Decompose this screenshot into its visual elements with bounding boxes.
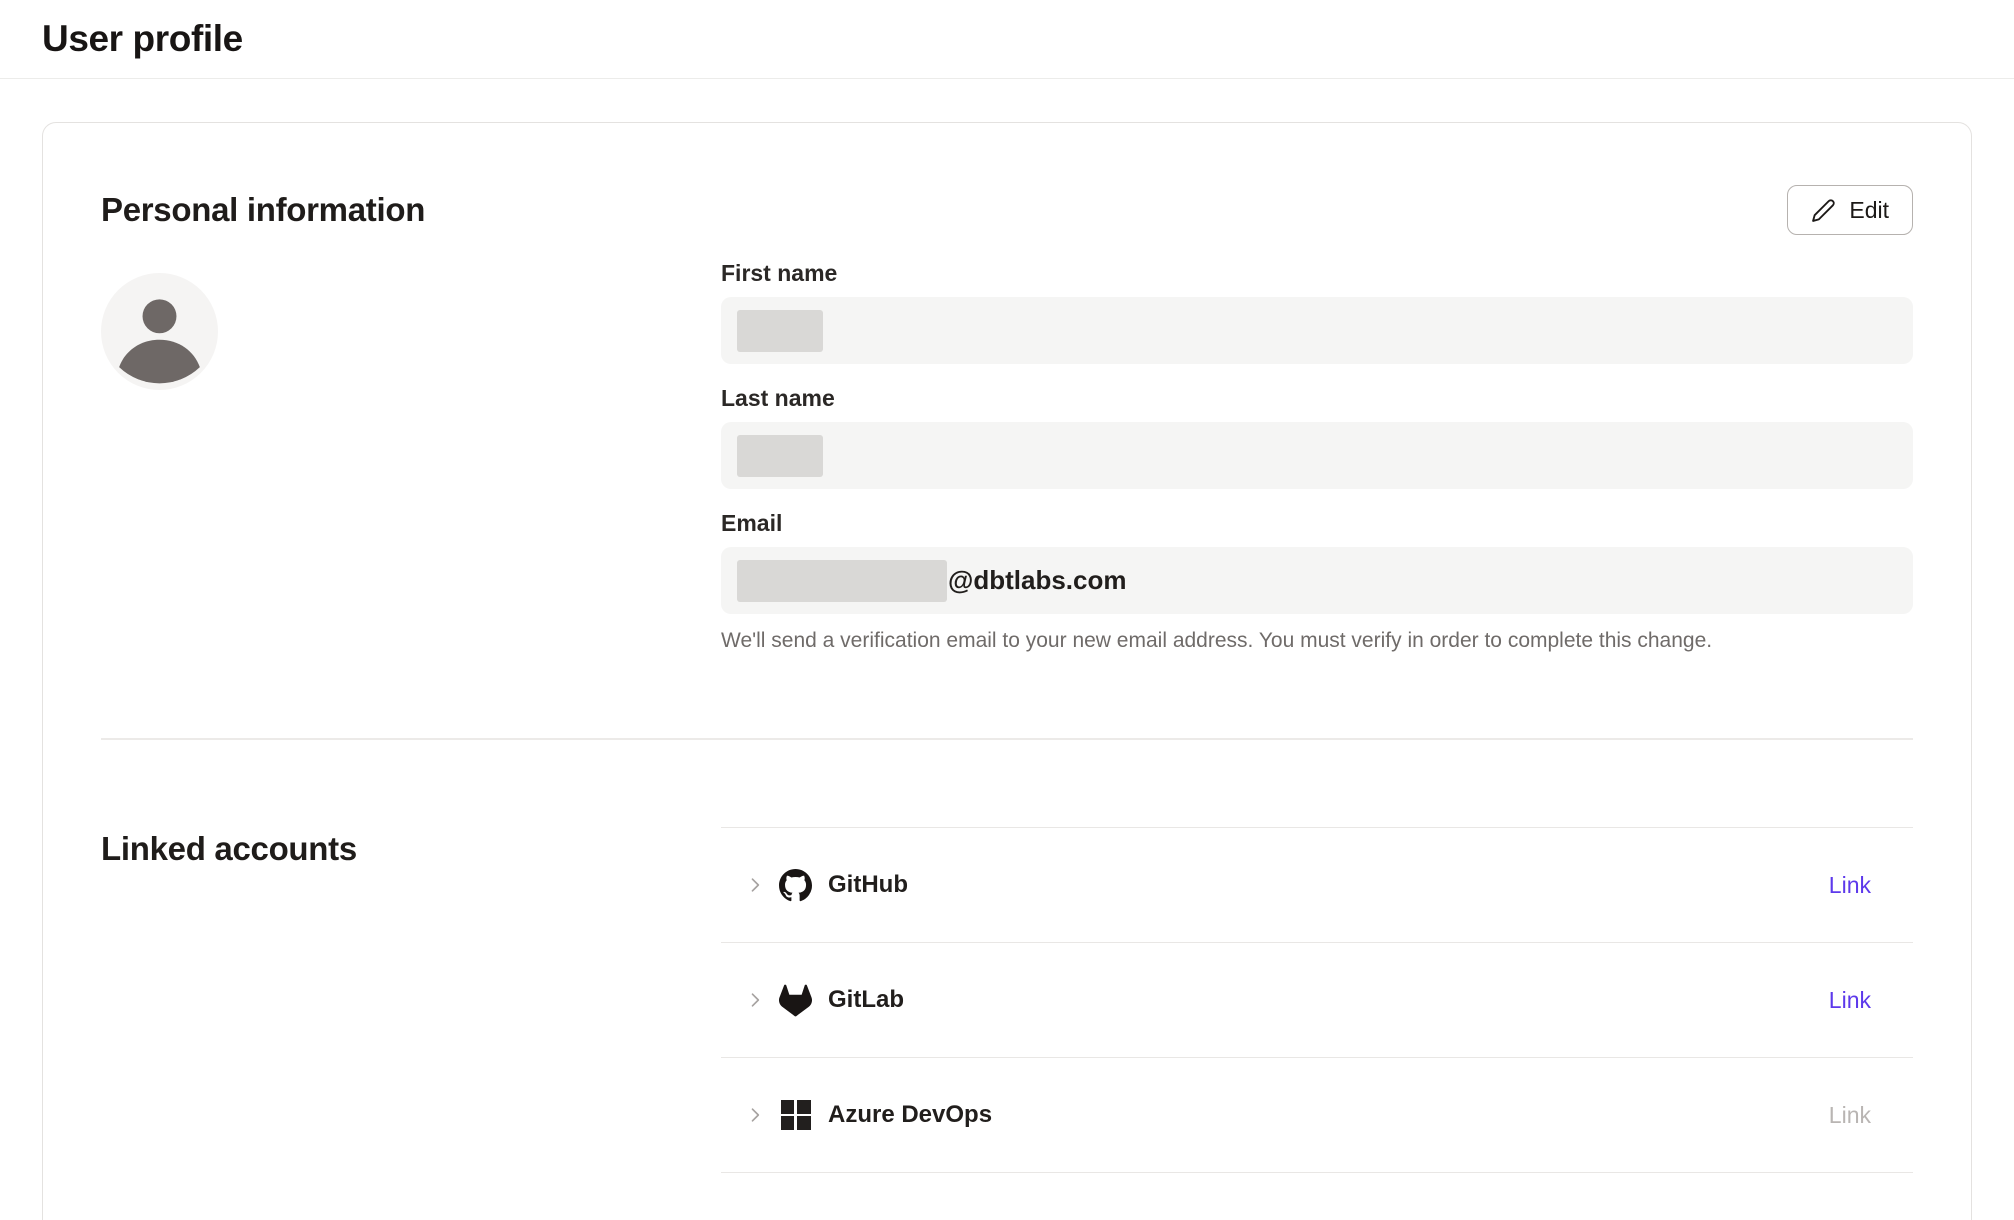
linked-account-name: Azure DevOps xyxy=(828,1101,992,1129)
personal-info-body: First name Last name Email @dbtlabs. xyxy=(101,259,1913,654)
linked-accounts-section: Linked accounts GitHub Link GitLab xyxy=(101,827,1913,1173)
last-name-label: Last name xyxy=(721,384,1913,412)
linked-account-name: GitLab xyxy=(828,986,904,1014)
last-name-field[interactable] xyxy=(721,422,1913,489)
page-title: User profile xyxy=(42,18,243,60)
chevron-right-icon[interactable] xyxy=(745,875,765,895)
email-group: Email @dbtlabs.com We'll send a verifica… xyxy=(721,509,1913,654)
email-domain-text: @dbtlabs.com xyxy=(948,565,1126,596)
email-help-text: We'll send a verification email to your … xyxy=(721,627,1913,654)
azure-devops-link-action: Link xyxy=(1829,1102,1871,1129)
edit-button[interactable]: Edit xyxy=(1787,185,1913,235)
first-name-group: First name xyxy=(721,259,1913,364)
first-name-field[interactable] xyxy=(721,297,1913,364)
first-name-label: First name xyxy=(721,259,1913,287)
section-divider xyxy=(101,738,1913,740)
email-label: Email xyxy=(721,509,1913,537)
avatar xyxy=(101,273,218,390)
personal-info-form: First name Last name Email @dbtlabs. xyxy=(721,259,1913,654)
redacted-last-name xyxy=(737,435,823,477)
pencil-icon xyxy=(1811,198,1836,223)
linked-account-row-azure-devops[interactable]: Azure DevOps Link xyxy=(721,1058,1913,1173)
last-name-group: Last name xyxy=(721,384,1913,489)
person-icon xyxy=(101,273,218,390)
linked-accounts-heading: Linked accounts xyxy=(101,827,721,871)
chevron-right-icon[interactable] xyxy=(745,1105,765,1125)
linked-accounts-list: GitHub Link GitLab Link Azure xyxy=(721,827,1913,1173)
redacted-email-local-part xyxy=(737,560,947,602)
gitlab-icon xyxy=(779,984,812,1017)
avatar-column xyxy=(101,259,721,654)
redacted-first-name xyxy=(737,310,823,352)
linked-account-row-github[interactable]: GitHub Link xyxy=(721,828,1913,943)
edit-button-label: Edit xyxy=(1849,197,1889,224)
linked-accounts-heading-column: Linked accounts xyxy=(101,827,721,1173)
chevron-right-icon[interactable] xyxy=(745,990,765,1010)
user-profile-card: Personal information Edit xyxy=(42,122,1972,1220)
linked-account-name: GitHub xyxy=(828,871,908,899)
github-link-action[interactable]: Link xyxy=(1829,872,1871,899)
email-field[interactable]: @dbtlabs.com xyxy=(721,547,1913,614)
personal-info-heading: Personal information xyxy=(101,191,425,229)
personal-info-header: Personal information Edit xyxy=(101,185,1913,235)
github-icon xyxy=(779,869,812,902)
azure-devops-icon xyxy=(779,1099,812,1132)
main-content: Personal information Edit xyxy=(0,79,2014,1220)
gitlab-link-action[interactable]: Link xyxy=(1829,987,1871,1014)
linked-account-row-gitlab[interactable]: GitLab Link xyxy=(721,943,1913,1058)
page-header: User profile xyxy=(0,0,2014,79)
